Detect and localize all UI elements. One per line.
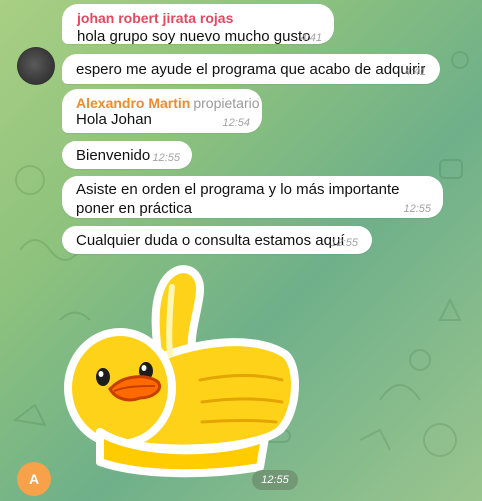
message-text: Cualquier duda o consulta estamos aquí (76, 232, 345, 249)
message-text: hola grupo soy nuevo mucho gusto (77, 28, 311, 45)
message-bubble[interactable]: Asiste en orden el programa y lo más imp… (62, 176, 443, 218)
thumbs-up-duck-sticker[interactable] (60, 262, 310, 480)
message-bubble[interactable]: johan robert jirata rojas hola grupo soy… (62, 4, 334, 45)
message-text: Bienvenido (76, 147, 151, 164)
message-time: 4:41 (404, 66, 426, 78)
message-bubble[interactable]: espero me ayude el programa que acabo de… (62, 54, 440, 84)
message-time: 12:54 (222, 117, 250, 129)
message-bubble[interactable]: Bienvenido 12:55 (62, 141, 192, 169)
sticker-time: 12:55 (252, 470, 298, 490)
message-time: 4:41 (300, 32, 322, 44)
message-text: Hola Johan (76, 111, 152, 128)
message-time: 12:55 (403, 203, 431, 215)
alexandro-avatar[interactable]: A (17, 462, 51, 496)
message-time: 12:55 (330, 237, 358, 249)
message-bubble[interactable]: Cualquier duda o consulta estamos aquí 1… (62, 226, 372, 254)
sender-name-text[interactable]: Alexandro Martin (76, 95, 190, 111)
message-text: Asiste en orden el programa y lo más imp… (76, 181, 400, 217)
sender-name[interactable]: johan robert jirata rojas (77, 9, 233, 27)
avatar-initial: A (28, 471, 40, 487)
message-time: 12:55 (152, 152, 180, 164)
sender-role: propietario (193, 95, 260, 111)
message-bubble[interactable]: Alexandro Martin propietario Hola Johan 1… (62, 89, 262, 133)
message-text: espero me ayude el programa que acabo de… (76, 61, 426, 78)
johan-avatar[interactable] (17, 47, 55, 85)
